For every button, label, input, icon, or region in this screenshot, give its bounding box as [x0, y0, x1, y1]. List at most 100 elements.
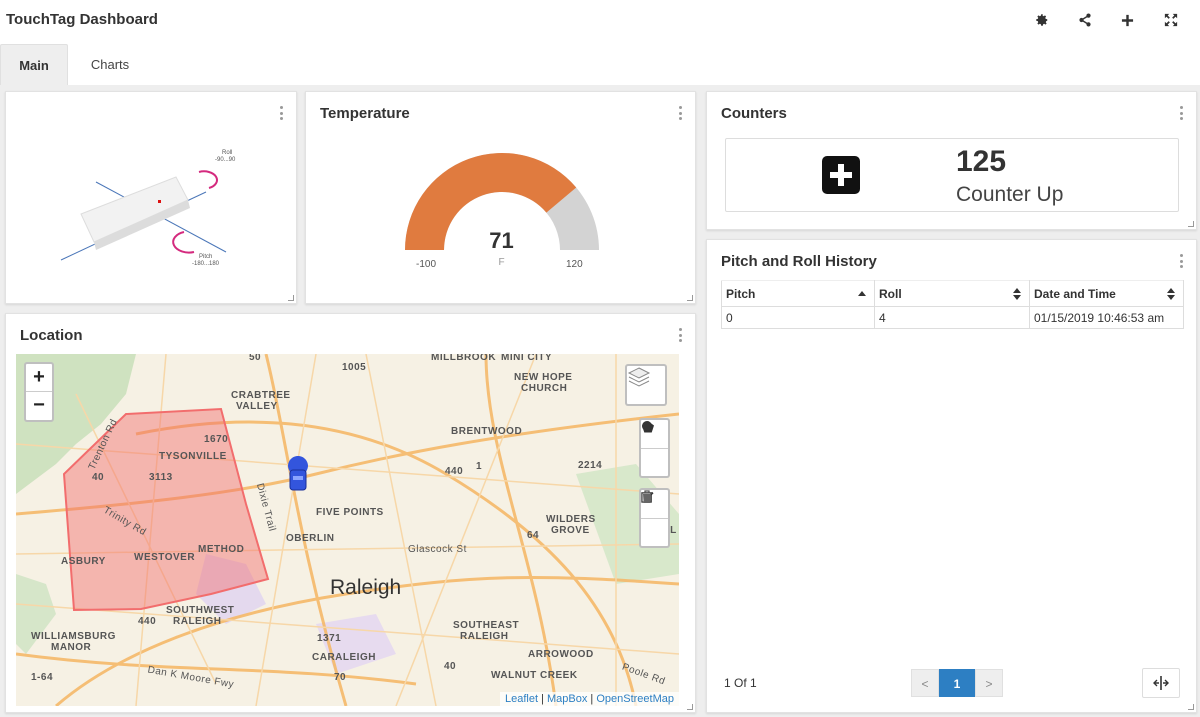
page-button-current[interactable]: 1: [939, 669, 975, 697]
map-label: RALEIGH: [173, 616, 222, 627]
column-resize-button[interactable]: [1142, 668, 1180, 698]
cell-date-time: 01/15/2019 10:46:53 am: [1029, 306, 1184, 329]
tab-bar: Main Charts: [0, 40, 1200, 85]
pitch-range: -180...180: [192, 261, 220, 267]
map-label: 1005: [342, 362, 367, 373]
map-label: SOUTHEAST: [453, 620, 520, 631]
vehicle-marker: [288, 456, 308, 491]
roll-label: Roll: [222, 150, 233, 156]
gauge-min: -100: [416, 259, 437, 270]
circle-icon: [642, 421, 652, 431]
map-label: SOUTHWEST: [166, 605, 235, 616]
temperature-gauge: [405, 153, 599, 250]
trash-icon: [642, 490, 652, 503]
map-label: RALEIGH: [460, 631, 509, 642]
attribution-link-osm[interactable]: OpenStreetMap: [596, 693, 674, 705]
cell-pitch: 0: [721, 306, 875, 329]
gauge-value: 71: [489, 228, 514, 253]
sort-icon: [1013, 288, 1021, 300]
resize-handle[interactable]: [687, 295, 693, 301]
pager-info: 1 Of 1: [724, 676, 757, 690]
map-label: 440: [138, 616, 157, 627]
map-label: WILLIAMSBURG: [31, 631, 116, 642]
map-label: 1670: [204, 434, 229, 445]
map-label: MANOR: [51, 642, 92, 653]
counter-value: 125: [956, 145, 1007, 178]
gauge-max: 120: [566, 259, 583, 270]
history-widget: Pitch and Roll History Pitch Roll Date a…: [706, 239, 1197, 713]
next-page-button[interactable]: >: [975, 669, 1003, 697]
tab-charts[interactable]: Charts: [76, 44, 144, 85]
map-label: 50: [249, 354, 262, 363]
layers-button[interactable]: [627, 366, 665, 404]
table-row[interactable]: 0 4 01/15/2019 10:46:53 am: [721, 306, 1184, 329]
zoom-out-button[interactable]: −: [26, 392, 52, 420]
map-label: 2214: [578, 460, 603, 471]
map-label: METHOD: [198, 544, 245, 555]
zoom-control: + −: [24, 362, 54, 422]
map-label: CRABTREE: [231, 390, 291, 401]
widget-title: Pitch and Roll History: [721, 253, 877, 270]
temperature-widget: Temperature 71 F -100 120: [305, 91, 696, 304]
map-label: FIVE POINTS: [316, 507, 384, 518]
resize-handle[interactable]: [1188, 221, 1194, 227]
tab-main[interactable]: Main: [0, 44, 68, 85]
draw-circle-button[interactable]: [641, 421, 668, 476]
map-label: 70: [334, 672, 347, 683]
plus-icon[interactable]: [1106, 10, 1149, 30]
resize-handle[interactable]: [1188, 704, 1194, 710]
map-label: MINI CITY: [501, 354, 553, 363]
resize-handle[interactable]: [288, 295, 294, 301]
map-label: Glascock St: [408, 544, 467, 555]
gear-icon[interactable]: [1020, 10, 1063, 30]
attribution-link-leaflet[interactable]: Leaflet: [505, 693, 538, 705]
map-label: 440: [445, 466, 464, 477]
column-header-roll[interactable]: Roll: [874, 280, 1030, 307]
map-label: 1-64: [31, 672, 54, 683]
map-label: WALNUT CREEK: [491, 670, 578, 681]
draw-toolbar: [639, 418, 670, 478]
map-label: 40: [92, 472, 105, 483]
counter-label: Counter Up: [956, 183, 1064, 206]
layers-icon: [627, 367, 651, 387]
roll-range: -90...90: [215, 157, 236, 163]
map-canvas[interactable]: 50 1005 MILLBROOK MINI CITY NEW HOPE CHU…: [16, 354, 679, 706]
widget-menu-icon[interactable]: [1178, 106, 1184, 120]
gauge-unit: F: [498, 257, 505, 268]
prev-page-button[interactable]: <: [911, 669, 939, 697]
history-table: Pitch Roll Date and Time 0 4 01/15/2019 …: [721, 280, 1184, 329]
share-icon[interactable]: [1063, 10, 1106, 30]
map-label: CHURCH: [521, 383, 568, 394]
delete-layers-button[interactable]: [641, 490, 668, 546]
device-illustration: [60, 170, 227, 261]
sort-asc-icon: [858, 291, 866, 296]
attribution-link-mapbox[interactable]: MapBox: [547, 693, 587, 705]
map-label: WESTOVER: [134, 552, 196, 563]
widget-menu-icon[interactable]: [677, 328, 683, 342]
map-label: CARALEIGH: [312, 652, 376, 663]
resize-handle[interactable]: [687, 704, 693, 710]
counter-increment-icon[interactable]: [822, 156, 860, 194]
sort-icon: [1167, 288, 1175, 300]
map-label: WILDERS: [546, 514, 596, 525]
zoom-in-button[interactable]: +: [26, 364, 52, 392]
fullscreen-icon[interactable]: [1149, 10, 1192, 30]
map-label: 1: [476, 461, 483, 472]
column-header-pitch[interactable]: Pitch: [721, 280, 875, 307]
location-widget: Location 50 1005 MILLBROOK MINI CITY NEW…: [5, 313, 696, 713]
map-label: ASBURY: [61, 556, 106, 567]
map-label-city: Raleigh: [330, 576, 402, 599]
top-bar: TouchTag Dashboard: [0, 0, 1200, 40]
map-label: TYSONVILLE: [159, 451, 227, 462]
map-label: ARROWOOD: [528, 649, 594, 660]
map-label: 40: [444, 661, 457, 672]
map-label: BRENTWOOD: [451, 426, 523, 437]
map-label: OBERLIN: [286, 533, 335, 544]
widget-title: Location: [20, 327, 83, 344]
widget-menu-icon[interactable]: [1178, 254, 1184, 268]
map-label: 3113: [149, 472, 173, 483]
map-label: MILLBROOK: [431, 354, 497, 363]
device-orientation-widget: Roll -90...90 Pitch -180...180: [5, 91, 297, 304]
column-header-date-time[interactable]: Date and Time: [1029, 280, 1184, 307]
map-label: GROVE: [551, 525, 590, 536]
